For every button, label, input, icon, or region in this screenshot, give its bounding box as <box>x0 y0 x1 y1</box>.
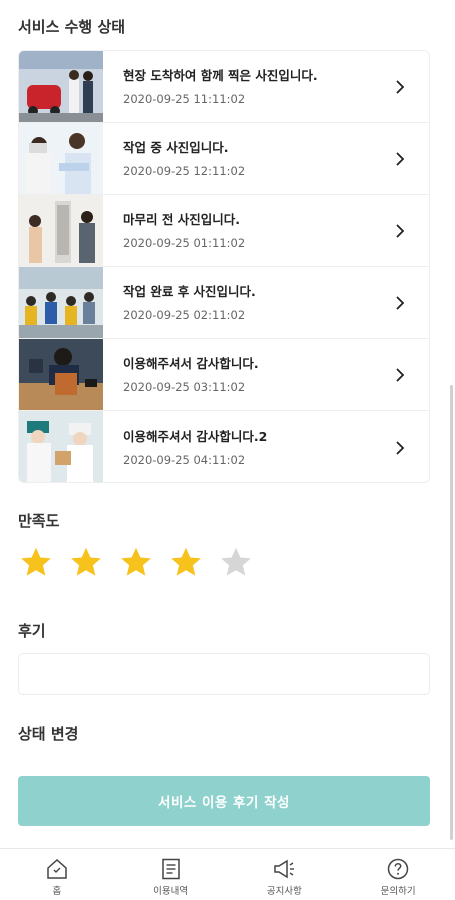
status-change-title: 상태 변경 <box>18 725 79 743</box>
nav-item-home[interactable]: 홈 <box>0 849 114 900</box>
nav-label: 문의하기 <box>380 886 416 897</box>
chevron-right-icon <box>385 223 415 238</box>
chevron-right-icon <box>385 440 415 455</box>
star-icon[interactable] <box>168 545 204 581</box>
status-photo-thumbnail <box>19 123 103 194</box>
status-item-date: 2020-09-25 12:11:02 <box>123 163 246 178</box>
status-item-title: 이용해주셔서 감사합니다. <box>123 355 259 371</box>
star-rating[interactable] <box>18 545 254 581</box>
service-status-title: 서비스 수행 상태 <box>18 18 126 36</box>
chevron-right-icon <box>385 295 415 310</box>
status-photo-thumbnail <box>19 339 103 410</box>
status-item-title: 작업 중 사진입니다. <box>123 139 229 155</box>
status-list-item[interactable]: 작업 중 사진입니다. 2020-09-25 12:11:02 <box>19 123 429 195</box>
status-item-date: 2020-09-25 04:11:02 <box>123 452 246 467</box>
status-item-title: 현장 도착하여 함께 찍은 사진입니다. <box>123 67 318 83</box>
status-item-title: 마무리 전 사진입니다. <box>123 211 240 227</box>
nav-label: 홈 <box>52 886 62 897</box>
status-photo-thumbnail <box>19 267 103 338</box>
star-icon[interactable] <box>118 545 154 581</box>
satisfaction-title: 만족도 <box>18 512 60 530</box>
question-circle-icon <box>387 858 409 880</box>
chevron-right-icon <box>385 367 415 382</box>
status-list-item[interactable]: 작업 완료 후 사진입니다. 2020-09-25 02:11:02 <box>19 267 429 339</box>
status-list-item[interactable]: 마무리 전 사진입니다. 2020-09-25 01:11:02 <box>19 195 429 267</box>
megaphone-icon <box>274 859 295 879</box>
status-item-date: 2020-09-25 01:11:02 <box>123 235 246 250</box>
status-item-title: 이용해주셔서 감사합니다.2 <box>123 428 268 444</box>
service-status-list: 현장 도착하여 함께 찍은 사진입니다. 2020-09-25 11:11:02… <box>18 50 430 483</box>
status-list-item[interactable]: 이용해주셔서 감사합니다. 2020-09-25 03:11:02 <box>19 339 429 411</box>
status-list-item[interactable]: 현장 도착하여 함께 찍은 사진입니다. 2020-09-25 11:11:02 <box>19 51 429 123</box>
write-review-button[interactable]: 서비스 이용 후기 작성 <box>18 776 430 826</box>
star-icon[interactable] <box>18 545 54 581</box>
status-list-item[interactable]: 이용해주셔서 감사합니다.2 2020-09-25 04:11:02 <box>19 411 429 482</box>
status-item-date: 2020-09-25 11:11:02 <box>123 91 246 106</box>
home-icon <box>47 858 67 879</box>
status-photo-thumbnail <box>19 195 103 266</box>
status-photo-thumbnail <box>19 411 103 482</box>
bottom-navigation: 홈 이용내역 공지사항 문의하기 <box>0 848 455 900</box>
status-item-title: 작업 완료 후 사진입니다. <box>123 283 256 299</box>
nav-item-inquiry[interactable]: 문의하기 <box>341 849 455 900</box>
star-icon[interactable] <box>68 545 104 581</box>
review-input[interactable] <box>18 653 430 695</box>
document-list-icon <box>161 858 180 880</box>
status-item-date: 2020-09-25 03:11:02 <box>123 379 246 394</box>
star-icon[interactable] <box>218 545 254 581</box>
status-photo-thumbnail <box>19 51 103 122</box>
scrollbar[interactable] <box>450 385 453 840</box>
nav-item-usage-history[interactable]: 이용내역 <box>114 849 228 900</box>
review-title: 후기 <box>18 622 46 640</box>
nav-label: 공지사항 <box>266 886 302 897</box>
nav-item-notice[interactable]: 공지사항 <box>228 849 342 900</box>
nav-label: 이용내역 <box>153 886 189 897</box>
status-item-date: 2020-09-25 02:11:02 <box>123 307 246 322</box>
chevron-right-icon <box>385 151 415 166</box>
chevron-right-icon <box>385 79 415 94</box>
